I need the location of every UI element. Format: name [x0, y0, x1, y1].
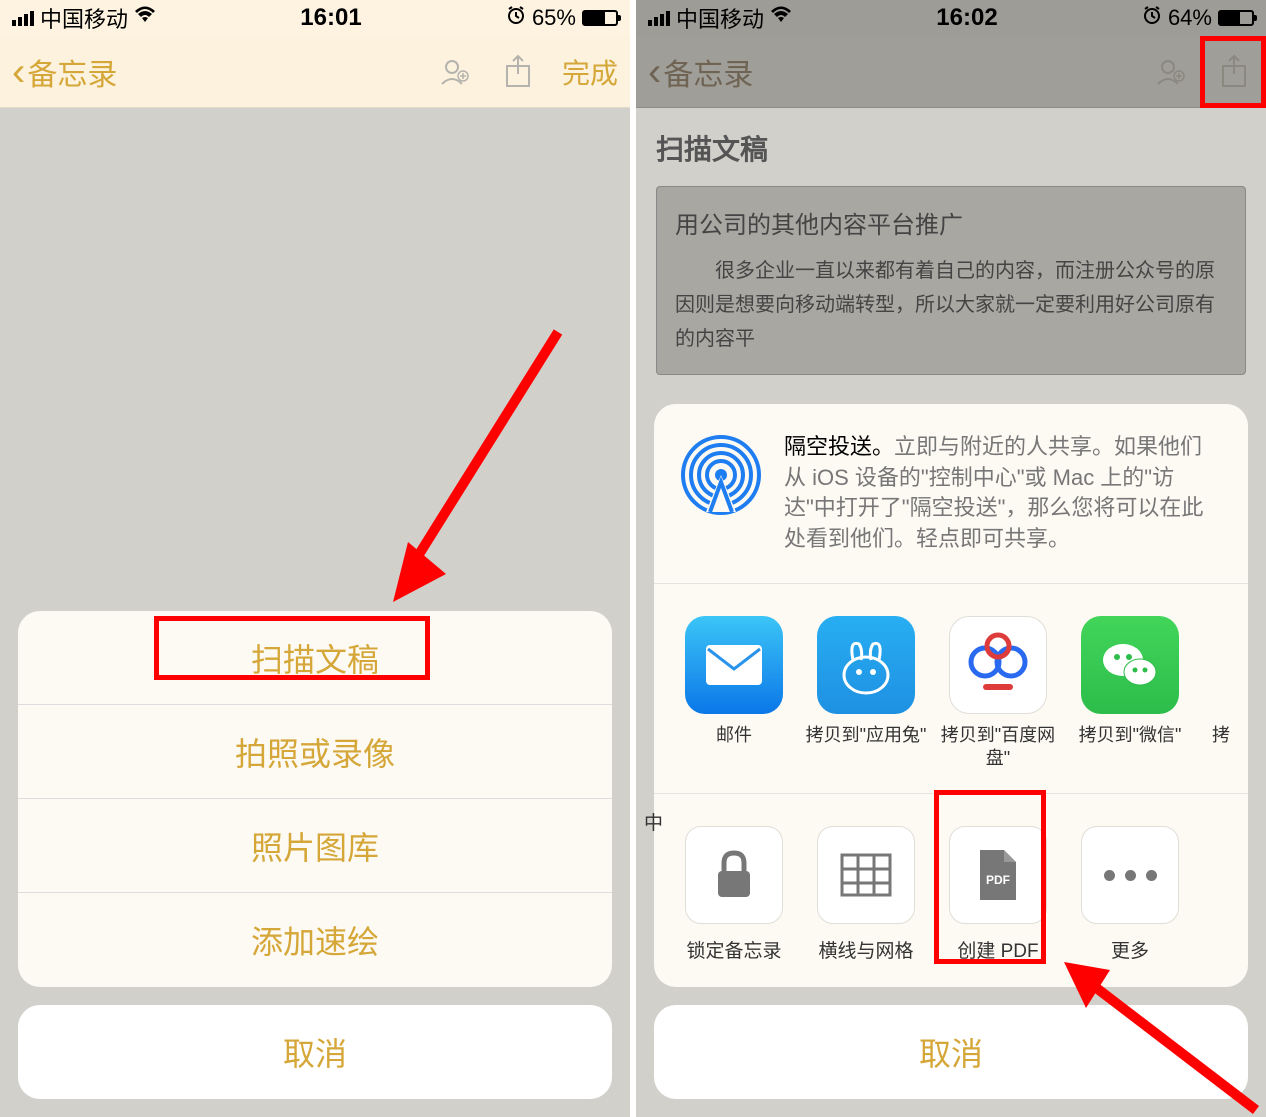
app-label: 拷贝到"微信" — [1079, 724, 1182, 768]
share-apps-row[interactable]: 邮件 拷贝到"应用兔" 拷贝到"百度网盘" — [654, 584, 1248, 794]
wifi-icon — [770, 6, 792, 30]
mail-icon — [685, 616, 783, 714]
app-label: 拷 — [1212, 724, 1230, 768]
app-label: 邮件 — [716, 724, 752, 768]
note-body: 很多企业一直以来都有着自己的内容，而注册公众号的原因则是想要向移动端转型，所以大… — [675, 254, 1227, 356]
back-label: 备忘录 — [27, 50, 117, 94]
note-title: 扫描文稿 — [656, 128, 1246, 168]
battery-percent: 65% — [532, 5, 576, 31]
time-label: 16:02 — [936, 4, 997, 32]
note-heading: 用公司的其他内容平台推广 — [675, 205, 1227, 240]
chevron-left-icon: ‹ — [12, 52, 25, 92]
wifi-icon — [134, 6, 156, 30]
add-person-icon[interactable] — [434, 52, 474, 92]
signal-icon — [12, 11, 34, 26]
action-sheet: 扫描文稿 拍照或录像 照片图库 添加速绘 取消 — [0, 593, 630, 1117]
battery-icon — [1218, 10, 1254, 26]
action-label: 更多 — [1111, 936, 1149, 963]
annotation-arrow-left — [378, 322, 578, 612]
action-label: 锁定备忘录 — [686, 936, 781, 963]
status-bar: 中国移动 16:02 64% — [636, 0, 1266, 36]
lock-icon — [685, 826, 783, 924]
share-app-partial[interactable]: 拷 — [1196, 616, 1246, 769]
share-sheet: 隔空投送。立即与附近的人共享。如果他们从 iOS 设备的"控制中心"或 Mac … — [636, 386, 1266, 1117]
add-person-icon[interactable] — [1150, 52, 1190, 92]
app-label: 拷贝到"百度网盘" — [932, 724, 1064, 769]
share-app-mail[interactable]: 邮件 — [668, 616, 800, 769]
sheet-item-scan[interactable]: 扫描文稿 — [18, 611, 612, 705]
sheet-item-library[interactable]: 照片图库 — [18, 799, 612, 893]
share-icon[interactable] — [1214, 52, 1254, 92]
action-more[interactable]: 更多 — [1064, 826, 1196, 963]
sheet-item-sketch[interactable]: 添加速绘 — [18, 893, 612, 987]
pdf-icon: PDF — [949, 826, 1047, 924]
sheet-item-camera[interactable]: 拍照或录像 — [18, 705, 612, 799]
app-label: 拷贝到"应用兔" — [806, 724, 927, 768]
back-label: 备忘录 — [663, 50, 753, 94]
time-label: 16:01 — [300, 4, 361, 32]
share-panel: 隔空投送。立即与附近的人共享。如果他们从 iOS 设备的"控制中心"或 Mac … — [654, 404, 1248, 987]
airdrop-icon — [678, 432, 764, 518]
carrier-label: 中国移动 — [676, 2, 764, 34]
back-button[interactable]: ‹ 备忘录 — [648, 50, 753, 94]
battery-percent: 64% — [1168, 5, 1212, 31]
tutu-icon — [817, 616, 915, 714]
share-actions-row[interactable]: 锁定备忘录 横线与网格 PDF 创建 PDF — [654, 794, 1248, 987]
done-button[interactable]: 完成 — [562, 52, 618, 92]
share-icon[interactable] — [498, 52, 538, 92]
baidu-icon — [949, 616, 1047, 714]
phone-left: 中国移动 16:01 65% ‹ 备忘录 完成 — [0, 0, 630, 1117]
cut-text: 中 — [644, 808, 663, 835]
status-bar: 中国移动 16:01 65% — [0, 0, 630, 36]
share-app-wechat[interactable]: 拷贝到"微信" — [1064, 616, 1196, 769]
action-label: 横线与网格 — [818, 936, 913, 963]
action-sheet-group: 扫描文稿 拍照或录像 照片图库 添加速绘 — [18, 611, 612, 987]
svg-text:PDF: PDF — [986, 873, 1010, 887]
battery-icon — [582, 10, 618, 26]
alarm-icon — [506, 5, 526, 31]
nav-bar: ‹ 备忘录 完成 — [0, 36, 630, 108]
more-icon — [1081, 826, 1179, 924]
note-frame: 用公司的其他内容平台推广 很多企业一直以来都有着自己的内容，而注册公众号的原因则… — [656, 186, 1246, 375]
action-pdf[interactable]: PDF 创建 PDF — [932, 826, 1064, 963]
grid-icon — [817, 826, 915, 924]
phone-right: 中国移动 16:02 64% ‹ 备忘录 扫描文稿 — [636, 0, 1266, 1117]
share-app-tutu[interactable]: 拷贝到"应用兔" — [800, 616, 932, 769]
cancel-button[interactable]: 取消 — [18, 1005, 612, 1099]
note-content: 扫描文稿 用公司的其他内容平台推广 很多企业一直以来都有着自己的内容，而注册公众… — [636, 108, 1266, 395]
back-button[interactable]: ‹ 备忘录 — [12, 50, 117, 94]
alarm-icon — [1142, 5, 1162, 31]
signal-icon — [648, 11, 670, 26]
carrier-label: 中国移动 — [40, 2, 128, 34]
airdrop-text: 隔空投送。立即与附近的人共享。如果他们从 iOS 设备的"控制中心"或 Mac … — [784, 432, 1224, 555]
chevron-left-icon: ‹ — [648, 52, 661, 92]
airdrop-section[interactable]: 隔空投送。立即与附近的人共享。如果他们从 iOS 设备的"控制中心"或 Mac … — [654, 404, 1248, 584]
action-lines[interactable]: 横线与网格 — [800, 826, 932, 963]
cancel-button[interactable]: 取消 — [654, 1005, 1248, 1099]
action-label: 创建 PDF — [957, 936, 1038, 963]
airdrop-title: 隔空投送。 — [784, 434, 894, 459]
wechat-icon — [1081, 616, 1179, 714]
nav-bar: ‹ 备忘录 — [636, 36, 1266, 108]
share-app-baidu[interactable]: 拷贝到"百度网盘" — [932, 616, 1064, 769]
action-lock[interactable]: 锁定备忘录 — [668, 826, 800, 963]
